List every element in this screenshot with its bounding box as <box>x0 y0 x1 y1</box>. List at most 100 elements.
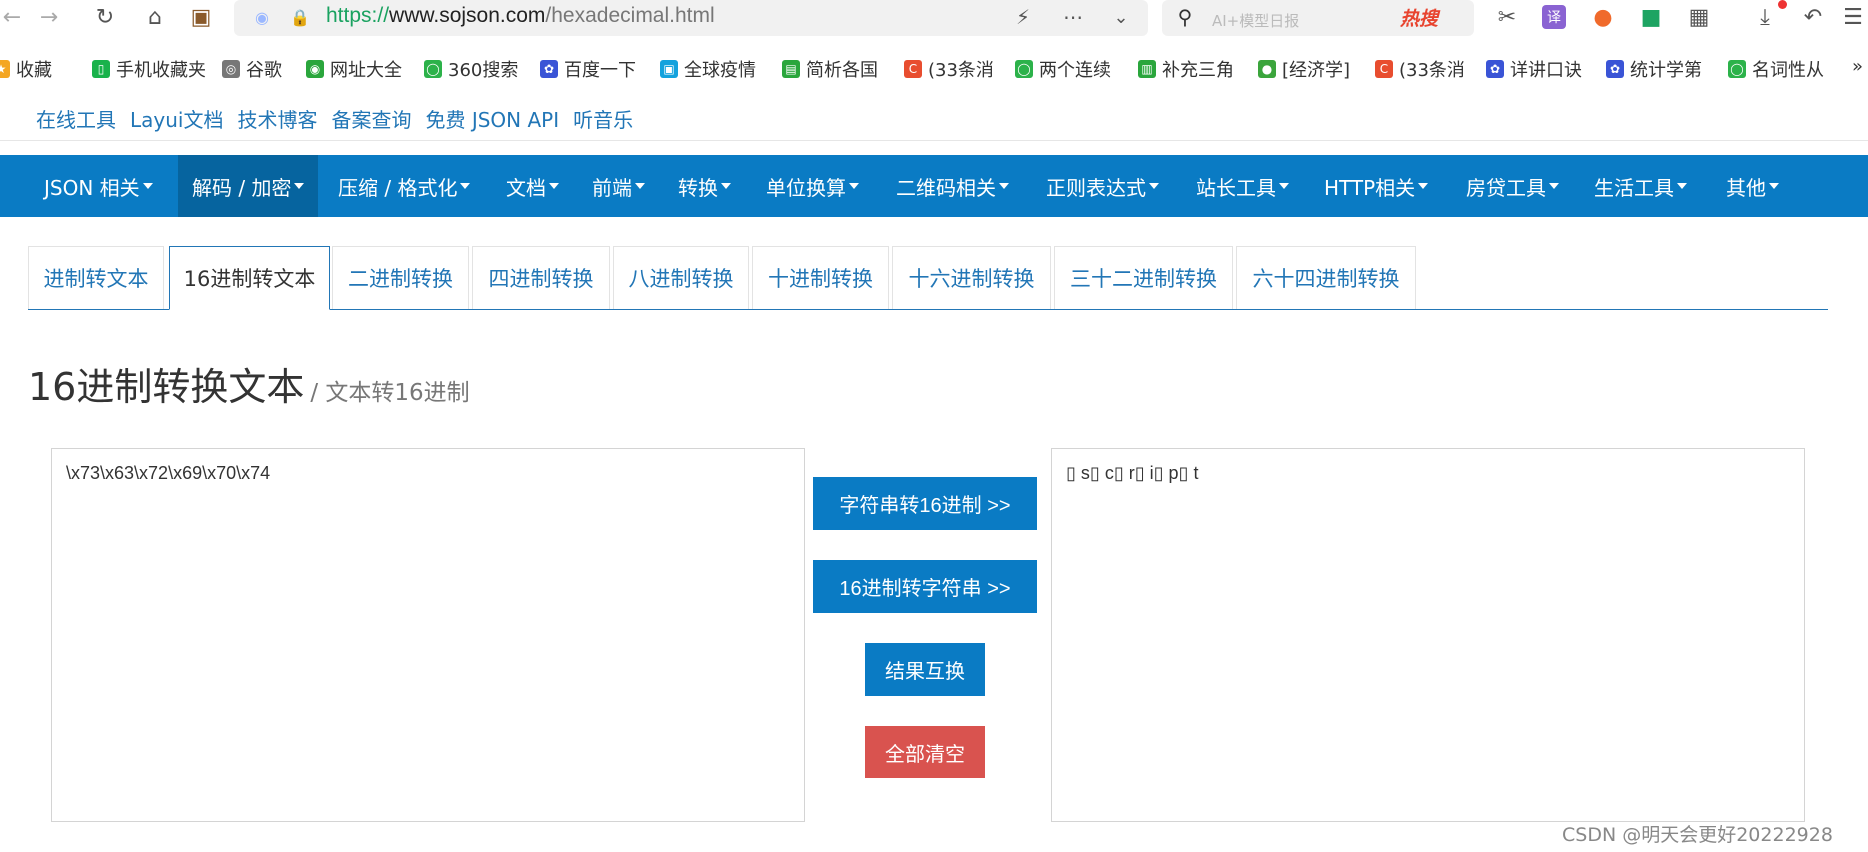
tab-item[interactable]: 六十四进制转换 <box>1236 246 1416 309</box>
bookmark-item[interactable]: ◎ 谷歌 <box>222 56 282 82</box>
translate-icon[interactable]: 译 <box>1542 5 1566 29</box>
forward-icon[interactable]: → <box>36 3 62 31</box>
top-link[interactable]: Layui文档 <box>130 108 223 132</box>
caret-down-icon <box>1769 183 1779 189</box>
nav-item[interactable]: JSON 相关 <box>30 155 167 217</box>
star-icon: ★ <box>0 60 10 78</box>
bookmark-label: 简析各国 <box>806 60 878 81</box>
caret-down-icon <box>1418 183 1429 189</box>
chevron-down-icon[interactable]: ⌄ <box>1108 3 1134 31</box>
baidu-paw-icon: ✿ <box>540 60 558 78</box>
reload-icon[interactable]: ↻ <box>92 3 118 31</box>
page-heading: 16进制转换文本 / 文本转16进制 <box>28 356 470 411</box>
bookmark-item[interactable]: ✿ 详讲口诀 <box>1486 56 1582 82</box>
top-link[interactable]: 备案查询 <box>331 108 411 132</box>
apps-grid-icon[interactable]: ▦ <box>1686 3 1712 31</box>
search-icon[interactable]: ⚲ <box>1172 3 1198 31</box>
nav-item-label: 房贷工具 <box>1466 175 1546 200</box>
tab-item[interactable]: 八进制转换 <box>613 246 749 309</box>
bookmark-item[interactable]: ◯ 两个连续 <box>1015 56 1111 82</box>
bookmark-label: [经济学] <box>1282 60 1351 81</box>
bookmark-item[interactable]: ● [经济学] <box>1258 56 1350 82</box>
baidu-paw-icon: ✿ <box>1606 60 1624 78</box>
tab-item[interactable]: 四进制转换 <box>472 246 610 309</box>
top-link[interactable]: 听音乐 <box>573 108 633 132</box>
bookmark-item[interactable]: ★ 收藏 <box>0 56 52 82</box>
nav-item-label: 站长工具 <box>1196 175 1276 200</box>
nav-item[interactable]: 房贷工具 <box>1452 155 1573 217</box>
tab-item[interactable]: 十六进制转换 <box>892 246 1051 309</box>
more-icon[interactable]: ⋯ <box>1060 3 1086 31</box>
text-output-textarea[interactable] <box>1051 448 1805 822</box>
nav-item[interactable]: 站长工具 <box>1182 155 1303 217</box>
menu-icon[interactable]: ☰ <box>1842 3 1864 31</box>
bookmark-item[interactable]: C (33条消 <box>904 56 994 82</box>
url-text[interactable]: https://www.sojson.com/hexadecimal.html <box>326 4 715 28</box>
bookmark-item[interactable]: ▥ 补充三角 <box>1138 56 1234 82</box>
bookmark-label: 360搜索 <box>448 60 519 81</box>
back-icon[interactable]: ← <box>0 3 24 31</box>
hot-search-label[interactable]: 热搜 <box>1400 4 1438 31</box>
converter-tabs: 进制转文本 16进制转文本 二进制转换 四进制转换 八进制转换 十进制转换 十六进制转换 三十… <box>28 246 1828 310</box>
bookmark-item[interactable]: ◯ 名词性从 <box>1728 56 1824 82</box>
tab-item[interactable]: 三十二进制转换 <box>1054 246 1233 309</box>
doc-icon: ▥ <box>1138 60 1156 78</box>
bookmark-label: (33条消 <box>928 60 994 81</box>
page-info-icon[interactable]: ◉ <box>252 3 272 31</box>
swap-results-button[interactable]: 结果互换 <box>865 643 985 696</box>
nav-item[interactable]: 压缩 / 格式化 <box>324 155 484 217</box>
csdn-watermark: CSDN @明天会更好20222928 <box>1562 824 1833 846</box>
nav-item[interactable]: 文档 <box>492 155 573 217</box>
nav-item[interactable]: 其他 <box>1712 155 1793 217</box>
bookmark-item[interactable]: ▣ 全球疫情 <box>660 56 756 82</box>
globe-icon: ◎ <box>222 60 240 78</box>
tab-item[interactable]: 十进制转换 <box>752 246 889 309</box>
briefcase-icon[interactable]: ▣ <box>186 3 216 31</box>
bookmark-label: 名词性从 <box>1752 60 1824 81</box>
bookmark-item[interactable]: ◯ 360搜索 <box>424 56 518 82</box>
bookmark-item[interactable]: ✿ 统计学第 <box>1606 56 1702 82</box>
hex-input-textarea[interactable] <box>51 448 805 822</box>
string-to-hex-button[interactable]: 字符串转16进制 >> <box>813 477 1037 530</box>
csdn-icon: C <box>904 60 922 78</box>
bookmark-label: 谷歌 <box>246 60 282 81</box>
page-subtitle: / 文本转16进制 <box>310 380 470 406</box>
scissors-icon[interactable]: ✂ <box>1494 3 1520 31</box>
caret-down-icon <box>1549 183 1559 189</box>
tab-item[interactable]: 二进制转换 <box>332 246 469 309</box>
more-bookmarks-icon[interactable]: » <box>1852 56 1863 77</box>
caret-down-icon <box>1677 183 1687 189</box>
nav-item[interactable]: 转换 <box>664 155 745 217</box>
home-icon[interactable]: ⌂ <box>142 3 168 31</box>
top-link[interactable]: 在线工具 <box>36 108 116 132</box>
book-icon[interactable]: ■ <box>1638 3 1664 31</box>
address-bar[interactable]: ◉ 🔒 https://www.sojson.com/hexadecimal.h… <box>234 0 1148 36</box>
top-link[interactable]: 技术博客 <box>237 108 317 132</box>
nav-item[interactable]: 正则表达式 <box>1032 155 1173 217</box>
nav-item[interactable]: 单位换算 <box>752 155 873 217</box>
gamepad-icon[interactable]: ● <box>1590 3 1616 31</box>
download-icon[interactable]: ⤓ <box>1752 3 1778 31</box>
bookmark-item[interactable]: C (33条消 <box>1375 56 1465 82</box>
search360-icon: ◯ <box>1015 60 1033 78</box>
bookmark-item[interactable]: ✿ 百度一下 <box>540 56 636 82</box>
nav-item[interactable]: HTTP相关 <box>1310 155 1442 217</box>
nav-item[interactable]: 前端 <box>578 155 659 217</box>
bookmark-item[interactable]: ▤ 简析各国 <box>782 56 878 82</box>
nav-item[interactable]: 生活工具 <box>1580 155 1701 217</box>
undo-icon[interactable]: ↶ <box>1800 3 1826 31</box>
top-link[interactable]: 免费 JSON API <box>425 108 559 132</box>
bookmark-item[interactable]: ◉ 网址大全 <box>306 56 402 82</box>
tab-item[interactable]: 进制转文本 <box>28 246 164 309</box>
book-icon: ▤ <box>782 60 800 78</box>
hex-to-string-button[interactable]: 16进制转字符串 >> <box>813 560 1037 613</box>
nav-item[interactable]: 二维码相关 <box>882 155 1023 217</box>
clear-all-button[interactable]: 全部清空 <box>865 726 985 778</box>
lightning-icon[interactable]: ⚡ <box>1012 3 1034 31</box>
bookmark-label: 百度一下 <box>564 60 636 81</box>
csdn-icon: C <box>1375 60 1393 78</box>
bookmark-item[interactable]: ▯ 手机收藏夹 <box>92 56 206 82</box>
baidu-paw-icon: ✿ <box>1486 60 1504 78</box>
tab-item[interactable]: 16进制转文本 <box>169 246 330 310</box>
nav-item[interactable]: 解码 / 加密 <box>178 155 319 217</box>
